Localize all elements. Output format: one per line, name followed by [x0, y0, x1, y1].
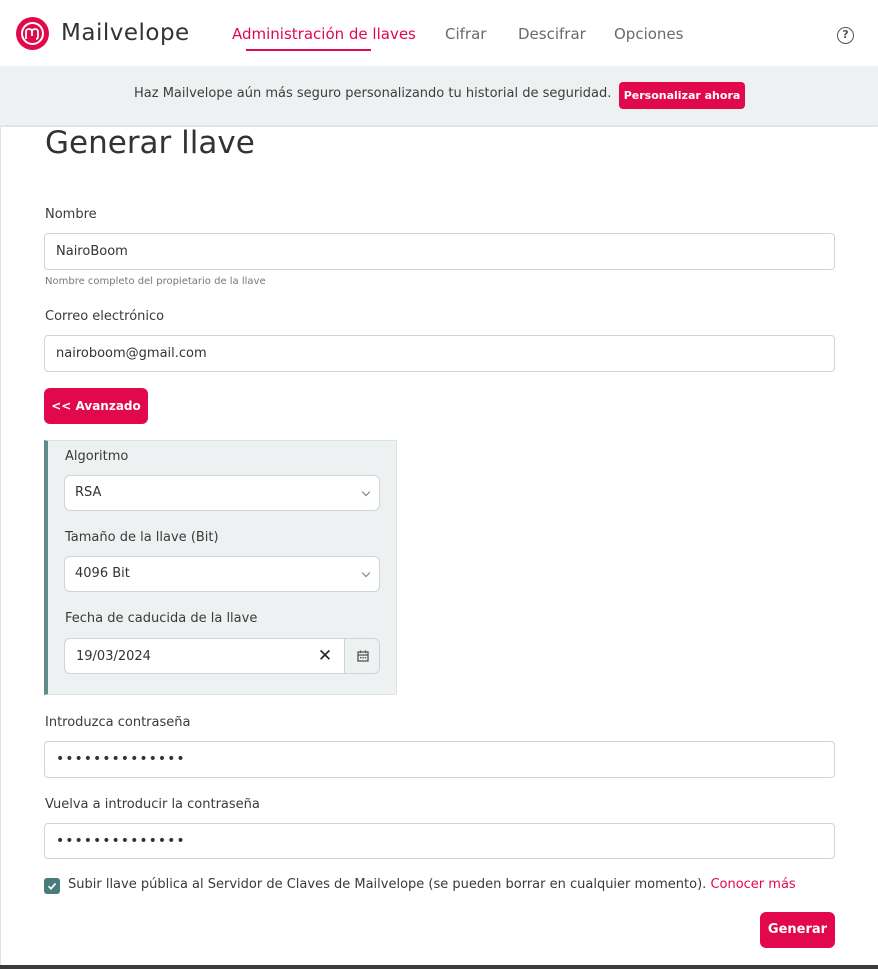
page-title: Generar llave [45, 125, 255, 161]
name-label: Nombre [45, 207, 97, 222]
algorithm-select[interactable]: RSA [64, 475, 380, 511]
algorithm-value: RSA [75, 485, 102, 500]
calendar-icon[interactable] [344, 638, 380, 674]
nav-decrypt[interactable]: Descifrar [518, 25, 586, 43]
email-label: Correo electrónico [45, 309, 165, 324]
password-input[interactable]: •••••••••••••• [44, 741, 835, 778]
top-navbar: Mailvelope Administración de llaves Cifr… [0, 0, 878, 66]
mailvelope-logo-icon[interactable] [16, 17, 49, 50]
upload-key-label: Subir llave pública al Servidor de Clave… [68, 877, 796, 892]
nav-encrypt[interactable]: Cifrar [445, 25, 486, 43]
brand-name[interactable]: Mailvelope [61, 20, 190, 46]
name-hint: Nombre completo del propietario de la ll… [45, 276, 266, 287]
key-size-label: Tamaño de la llave (Bit) [65, 530, 219, 545]
personalize-now-button[interactable]: Personalizar ahora [619, 82, 745, 109]
chevron-down-icon [361, 487, 371, 497]
help-icon[interactable]: ? [837, 27, 854, 44]
window-bottom-edge [0, 965, 878, 969]
advanced-toggle-button[interactable]: << Avanzado [44, 388, 148, 424]
password-confirm-input[interactable]: •••••••••••••• [44, 823, 835, 859]
banner-text: Haz Mailvelope aún más seguro personaliz… [134, 86, 612, 101]
chevron-down-icon [361, 568, 371, 578]
checkmark-icon [47, 882, 57, 890]
key-size-value: 4096 Bit [75, 566, 130, 581]
security-banner: Haz Mailvelope aún más seguro personaliz… [0, 66, 878, 126]
nav-key-management[interactable]: Administración de llaves [232, 25, 416, 43]
upload-key-checkbox[interactable] [44, 878, 60, 894]
expiry-date-input[interactable]: 19/03/2024 [64, 638, 306, 674]
password-label: Introduzca contraseña [45, 715, 191, 730]
password-confirm-label: Vuelva a introducir la contraseña [45, 797, 260, 812]
key-size-select[interactable]: 4096 Bit [64, 556, 380, 592]
learn-more-link[interactable]: Conocer más [710, 877, 795, 892]
nav-active-underline [246, 49, 371, 51]
email-input[interactable]: nairoboom@gmail.com [44, 335, 835, 372]
algorithm-label: Algoritmo [65, 449, 129, 464]
generate-button[interactable]: Generar [760, 912, 835, 948]
nav-options[interactable]: Opciones [614, 25, 683, 43]
clear-date-icon[interactable]: ✕ [305, 638, 345, 674]
name-input[interactable]: NairoBoom [44, 233, 835, 270]
expiry-label: Fecha de caducida de la llave [65, 611, 258, 626]
upload-key-text: Subir llave pública al Servidor de Clave… [68, 877, 707, 892]
